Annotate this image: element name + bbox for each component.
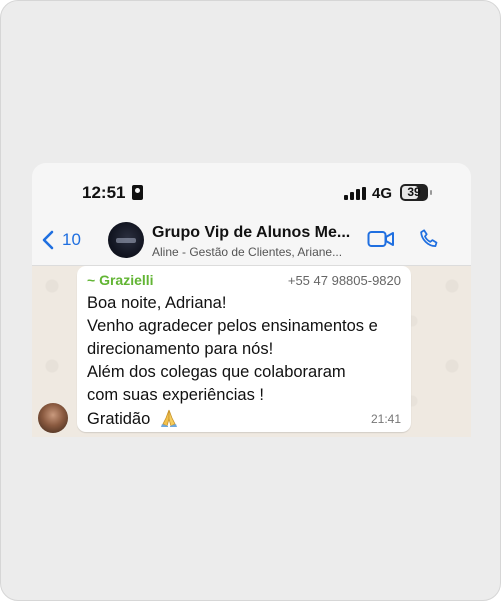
back-button[interactable]: 10 bbox=[42, 229, 81, 251]
message-time: 21:41 bbox=[370, 412, 401, 426]
unread-count: 10 bbox=[62, 230, 81, 249]
screenshot-frame: 12:51 4G 39 10 Grupo Vip de Alunos Me...… bbox=[0, 0, 501, 601]
sender-avatar[interactable] bbox=[38, 403, 68, 433]
message-line: direcionamento para nós! bbox=[87, 340, 274, 358]
folded-hands-icon bbox=[160, 409, 177, 427]
status-time: 12:51 bbox=[82, 183, 126, 202]
battery-icon: 39 bbox=[400, 184, 428, 201]
group-participants[interactable]: Aline - Gestão de Clientes, Ariane... bbox=[152, 245, 342, 259]
battery-level: 39 bbox=[407, 185, 421, 199]
phone-call-icon[interactable] bbox=[418, 228, 440, 255]
message-line: com suas experiências ! bbox=[87, 386, 264, 404]
message-bubble[interactable]: ~ Grazielli +55 47 98805-9820 Boa noite,… bbox=[77, 266, 411, 432]
chevron-left-icon bbox=[42, 230, 54, 250]
whatsapp-screen: 12:51 4G 39 10 Grupo Vip de Alunos Me...… bbox=[32, 163, 471, 437]
battery-tip bbox=[430, 190, 432, 195]
signal-bars-icon bbox=[344, 187, 366, 200]
person-card-icon bbox=[132, 185, 143, 200]
sender-phone[interactable]: +55 47 98805-9820 bbox=[288, 273, 401, 288]
chat-header: 10 Grupo Vip de Alunos Me... Aline - Ges… bbox=[32, 215, 471, 266]
message-sender[interactable]: ~ Grazielli bbox=[87, 272, 154, 288]
network-type: 4G bbox=[372, 185, 393, 202]
video-call-icon[interactable] bbox=[367, 229, 395, 254]
group-name[interactable]: Grupo Vip de Alunos Me... bbox=[152, 224, 350, 242]
message-text-gratidao: Gratidão bbox=[87, 410, 151, 428]
message-line: Boa noite, Adriana! bbox=[87, 294, 227, 312]
chat-area: ~ Grazielli +55 47 98805-9820 Boa noite,… bbox=[32, 266, 471, 437]
status-bar: 12:51 4G 39 bbox=[32, 163, 471, 215]
message-line: Venho agradecer pelos ensinamentos e bbox=[87, 317, 378, 335]
message-line-last: Gratidão bbox=[87, 409, 179, 429]
group-avatar[interactable] bbox=[108, 222, 144, 258]
message-line: Além dos colegas que colaboraram bbox=[87, 363, 346, 381]
